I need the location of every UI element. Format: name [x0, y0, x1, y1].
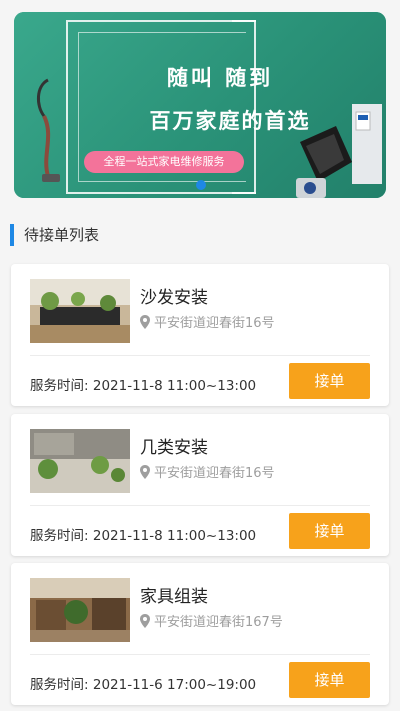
- accept-order-button[interactable]: 接单: [289, 363, 370, 399]
- order-address: 平安街道迎春街16号: [140, 312, 275, 331]
- order-thumbnail: [30, 429, 130, 493]
- banner-headline-1: 随叫 随到: [166, 66, 274, 90]
- order-address: 平安街道迎春街167号: [140, 611, 283, 630]
- order-card[interactable]: 沙发安装 平安街道迎春街16号 服务时间: 2021-11-8 11:00~13…: [11, 264, 389, 406]
- order-address-text: 平安街道迎春街167号: [154, 615, 283, 630]
- service-time-label: 服务时间:: [30, 378, 89, 394]
- service-time-value: 2021-11-6 17:00~19:00: [92, 677, 257, 693]
- service-time-value: 2021-11-8 11:00~13:00: [92, 378, 257, 394]
- order-address-text: 平安街道迎春街16号: [154, 466, 275, 481]
- service-time-label: 服务时间:: [30, 528, 89, 544]
- order-title: 沙发安装: [140, 288, 208, 308]
- service-time-label: 服务时间:: [30, 677, 89, 693]
- accept-order-button[interactable]: 接单: [289, 662, 370, 698]
- location-pin-icon: [140, 464, 150, 479]
- accept-order-button[interactable]: 接单: [289, 513, 370, 549]
- carousel-indicator[interactable]: [196, 180, 206, 190]
- order-thumbnail: [30, 279, 130, 343]
- section-title: 待接单列表: [10, 224, 99, 246]
- order-title: 家具组装: [140, 587, 208, 607]
- card-divider: [30, 355, 370, 356]
- order-service-time: 服务时间: 2021-11-8 11:00~13:00: [30, 524, 256, 544]
- location-pin-icon: [140, 314, 150, 329]
- card-divider: [30, 654, 370, 655]
- order-address: 平安街道迎春街16号: [140, 462, 275, 481]
- order-service-time: 服务时间: 2021-11-6 17:00~19:00: [30, 673, 256, 693]
- order-service-time: 服务时间: 2021-11-8 11:00~13:00: [30, 374, 256, 394]
- appliance-image: [296, 104, 382, 198]
- order-card[interactable]: 几类安装 平安街道迎春街16号 服务时间: 2021-11-8 11:00~13…: [11, 414, 389, 556]
- promo-banner[interactable]: 随叫 随到 百万家庭的首选 全程一站式家电维修服务: [14, 12, 386, 198]
- order-title: 几类安装: [140, 438, 208, 458]
- order-card[interactable]: 家具组装 平安街道迎春街167号 服务时间: 2021-11-6 17:00~1…: [11, 563, 389, 705]
- order-thumbnail: [30, 578, 130, 642]
- card-divider: [30, 505, 370, 506]
- service-time-value: 2021-11-8 11:00~13:00: [92, 528, 257, 544]
- banner-tagline: 全程一站式家电维修服务: [84, 151, 244, 173]
- order-address-text: 平安街道迎春街16号: [154, 316, 275, 331]
- location-pin-icon: [140, 613, 150, 628]
